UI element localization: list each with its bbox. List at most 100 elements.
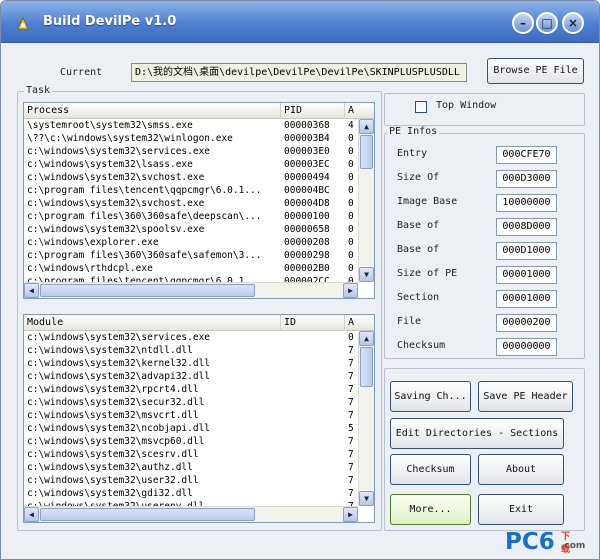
pe-field-value[interactable]: 00000200 bbox=[496, 314, 557, 332]
module-row[interactable]: c:\windows\system32\ntdll.dll 7 bbox=[24, 344, 358, 357]
process-list[interactable]: Process PID A \systemroot\system32\smss.… bbox=[23, 102, 375, 299]
path-cell: c:\windows\explorer.exe bbox=[27, 237, 159, 248]
path-cell: c:\windows\system32\kernel32.dll bbox=[27, 358, 211, 369]
scroll-right-icon[interactable]: ▶ bbox=[343, 507, 358, 522]
process-row[interactable]: c:\windows\system32\svchost.exe 00000494 0 bbox=[24, 171, 358, 184]
close-button[interactable]: × bbox=[562, 12, 584, 34]
process-row[interactable]: \??\c:\windows\system32\winlogon.exe 0000… bbox=[24, 132, 358, 145]
column-pid[interactable]: PID bbox=[281, 103, 345, 119]
scroll-down-icon[interactable]: ▼ bbox=[359, 491, 374, 506]
pe-field-value[interactable]: 00001000 bbox=[496, 266, 557, 284]
column-a[interactable]: A bbox=[345, 103, 374, 119]
process-row[interactable]: c:\windows\system32\spoolsv.exe 00000658 0 bbox=[24, 223, 358, 236]
column-module[interactable]: Module bbox=[24, 315, 281, 331]
id-cell: 00000494 bbox=[284, 172, 330, 183]
module-row[interactable]: c:\windows\system32\msvcrt.dll 7 bbox=[24, 409, 358, 422]
scroll-down-icon[interactable]: ▼ bbox=[359, 267, 374, 282]
pe-field-label: File bbox=[397, 316, 422, 327]
module-vscroll[interactable]: ▲ ▼ bbox=[358, 331, 374, 506]
pe-field-value[interactable]: 000D3000 bbox=[496, 170, 557, 188]
process-row[interactable]: c:\windows\system32\services.exe 000003E0… bbox=[24, 145, 358, 158]
pe-field-value[interactable]: 0008D000 bbox=[496, 218, 557, 236]
path-cell: c:\program files\360\360safe\safemon\3..… bbox=[27, 250, 262, 261]
column-id[interactable]: ID bbox=[281, 315, 345, 331]
process-row[interactable]: c:\windows\system32\lsass.exe 000003EC 0 bbox=[24, 158, 358, 171]
save-pe-header-button[interactable]: Save PE Header bbox=[478, 381, 573, 412]
top-window-checkbox[interactable] bbox=[415, 101, 427, 113]
module-row[interactable]: c:\windows\system32\scesrv.dll 7 bbox=[24, 448, 358, 461]
module-row[interactable]: c:\windows\system32\gdi32.dll 7 bbox=[24, 487, 358, 500]
column-process[interactable]: Process bbox=[24, 103, 281, 119]
path-cell: c:\windows\system32\user32.dll bbox=[27, 475, 199, 486]
path-cell: c:\windows\system32\rpcrt4.dll bbox=[27, 384, 199, 395]
module-row[interactable]: c:\windows\system32\advapi32.dll 7 bbox=[24, 370, 358, 383]
process-row[interactable]: c:\program files\tencent\qqpcmgr\6.0.1..… bbox=[24, 184, 358, 197]
id-cell: 000003EC bbox=[284, 159, 330, 170]
path-cell: c:\windows\system32\msvcp60.dll bbox=[27, 436, 205, 447]
process-vscroll[interactable]: ▲ ▼ bbox=[358, 119, 374, 282]
pe-field-value[interactable]: 000CFE70 bbox=[496, 146, 557, 164]
module-hscroll[interactable]: ◀ ▶ bbox=[24, 506, 358, 522]
saving-changes-button[interactable]: Saving Ch... bbox=[390, 381, 471, 412]
pe-field-label: Entry bbox=[397, 148, 428, 159]
module-row[interactable]: c:\windows\system32\kernel32.dll 7 bbox=[24, 357, 358, 370]
checksum-button[interactable]: Checksum bbox=[390, 454, 471, 485]
module-row[interactable]: c:\windows\system32\services.exe 0 bbox=[24, 331, 358, 344]
module-row[interactable]: c:\windows\system32\ncobjapi.dll 5 bbox=[24, 422, 358, 435]
top-window-label[interactable]: Top Window bbox=[436, 100, 496, 111]
id-cell: 00000368 bbox=[284, 120, 330, 131]
path-cell: \??\c:\windows\system32\winlogon.exe bbox=[27, 133, 233, 144]
process-row[interactable]: \systemroot\system32\smss.exe 00000368 4 bbox=[24, 119, 358, 132]
scroll-left-icon[interactable]: ◀ bbox=[24, 507, 39, 522]
more-button[interactable]: More... bbox=[390, 494, 471, 525]
process-row[interactable]: c:\windows\explorer.exe 00000208 0 bbox=[24, 236, 358, 249]
id-cell: 000004BC bbox=[284, 185, 330, 196]
browse-pe-file-button[interactable]: Browse PE File bbox=[487, 58, 584, 84]
pe-field-label: Image Base bbox=[397, 196, 458, 207]
id-cell: 00000100 bbox=[284, 211, 330, 222]
scroll-right-icon[interactable]: ▶ bbox=[343, 283, 358, 298]
process-hscroll-thumb[interactable] bbox=[40, 284, 255, 297]
minimize-button[interactable]: – bbox=[512, 12, 534, 34]
pe-field-value[interactable]: 000D1000 bbox=[496, 242, 557, 260]
process-row[interactable]: c:\program files\360\360safe\safemon\3..… bbox=[24, 249, 358, 262]
pe-field-value[interactable]: 10000000 bbox=[496, 194, 557, 212]
module-row[interactable]: c:\windows\system32\msvcp60.dll 7 bbox=[24, 435, 358, 448]
module-vscroll-thumb[interactable] bbox=[360, 347, 373, 387]
module-row[interactable]: c:\windows\system32\secur32.dll 7 bbox=[24, 396, 358, 409]
scroll-left-icon[interactable]: ◀ bbox=[24, 283, 39, 298]
process-row[interactable]: c:\windows\rthdcpl.exe 000002B0 0 bbox=[24, 262, 358, 275]
path-cell: c:\windows\system32\ntdll.dll bbox=[27, 345, 193, 356]
path-cell: c:\windows\system32\msvcrt.dll bbox=[27, 410, 199, 421]
current-path-field[interactable]: D:\我的文档\桌面\devilpe\DevilPe\DevilPe\SKINP… bbox=[131, 63, 467, 82]
pe-field-label: Checksum bbox=[397, 340, 446, 351]
process-row[interactable]: c:\windows\system32\svchost.exe 000004D8 0 bbox=[24, 197, 358, 210]
scroll-up-icon[interactable]: ▲ bbox=[359, 119, 374, 134]
scroll-up-icon[interactable]: ▲ bbox=[359, 331, 374, 346]
edit-directories-sections-button[interactable]: Edit Directories - Sections bbox=[390, 418, 564, 449]
process-hscroll[interactable]: ◀ ▶ bbox=[24, 282, 358, 298]
process-vscroll-thumb[interactable] bbox=[360, 135, 373, 169]
path-cell: c:\windows\rthdcpl.exe bbox=[27, 263, 153, 274]
exit-button[interactable]: Exit bbox=[478, 494, 564, 525]
watermark-domain: .com bbox=[561, 541, 586, 551]
maximize-button[interactable]: □ bbox=[536, 12, 558, 34]
process-row[interactable]: c:\program files\360\360safe\deepscan\..… bbox=[24, 210, 358, 223]
pe-field-value[interactable]: 00001000 bbox=[496, 290, 557, 308]
title-bar[interactable]: Build DevilPe v1.0 – □ × bbox=[1, 1, 599, 43]
module-row[interactable]: c:\windows\system32\authz.dll 7 bbox=[24, 461, 358, 474]
id-cell: 000002B0 bbox=[284, 263, 330, 274]
pe-field-label: Base of bbox=[397, 244, 440, 255]
column-a[interactable]: A bbox=[345, 315, 374, 331]
pe-field-value[interactable]: 00000000 bbox=[496, 338, 557, 356]
path-cell: c:\windows\system32\gdi32.dll bbox=[27, 488, 193, 499]
path-cell: c:\windows\system32\ncobjapi.dll bbox=[27, 423, 211, 434]
module-row[interactable]: c:\windows\system32\user32.dll 7 bbox=[24, 474, 358, 487]
module-hscroll-thumb[interactable] bbox=[40, 508, 255, 521]
module-list[interactable]: Module ID A c:\windows\system32\services… bbox=[23, 314, 375, 523]
about-button[interactable]: About bbox=[478, 454, 564, 485]
path-cell: c:\windows\system32\secur32.dll bbox=[27, 397, 205, 408]
module-row[interactable]: c:\windows\system32\rpcrt4.dll 7 bbox=[24, 383, 358, 396]
id-cell: 000003E0 bbox=[284, 146, 330, 157]
watermark-logo: PC6 下载 .com bbox=[505, 529, 585, 555]
